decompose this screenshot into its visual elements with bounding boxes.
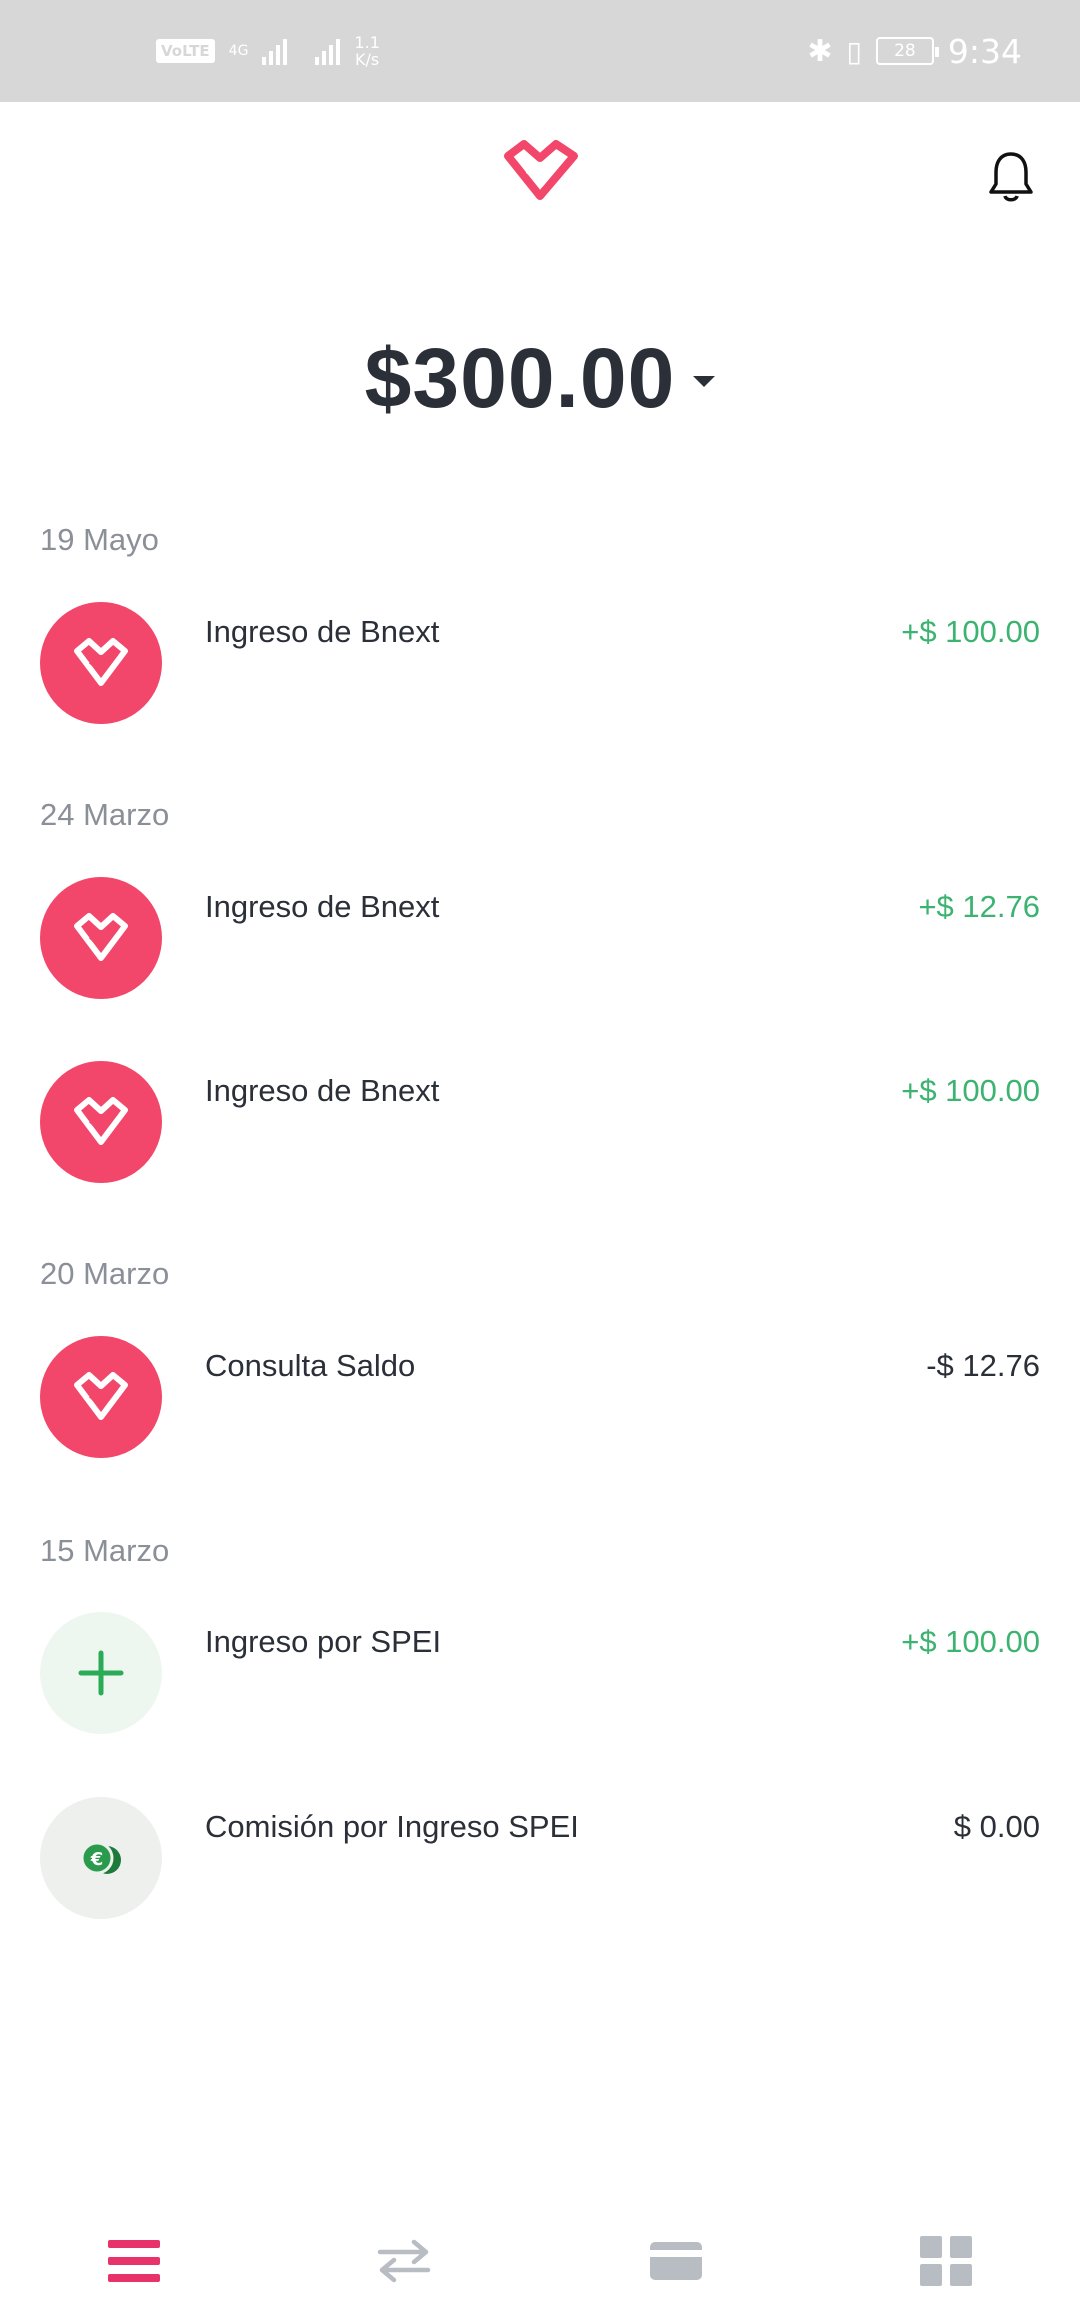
transaction-title: Ingreso de Bnext	[205, 1073, 440, 1108]
menu-icon	[108, 2240, 160, 2282]
transaction-title: Comisión por Ingreso SPEI	[205, 1809, 579, 1844]
app-screen: VoLTE 4G 1.1 K/s ✱ ▯ 28 9:34 $300.00 19 …	[0, 0, 1080, 2308]
battery-icon: 28	[875, 37, 939, 65]
plus-icon	[40, 1612, 162, 1734]
date-header: 15 Marzo	[40, 1533, 170, 1568]
transaction-amount: +$ 12.76	[918, 889, 1040, 924]
bell-icon[interactable]	[986, 148, 1036, 204]
transaction-title: Ingreso de Bnext	[205, 889, 440, 924]
transaction-row[interactable]: € Comisión por Ingreso SPEI $ 0.00	[40, 1797, 1040, 1921]
clock: 9:34	[947, 31, 1022, 71]
nav-card[interactable]	[646, 2234, 706, 2288]
bnext-heart-logo-icon	[504, 140, 578, 200]
status-bar: VoLTE 4G 1.1 K/s ✱ ▯ 28 9:34	[0, 0, 1080, 102]
balance-selector[interactable]: $300.00	[0, 330, 1080, 427]
euro-coins-icon: €	[40, 1797, 162, 1919]
transaction-title: Ingreso de Bnext	[205, 614, 440, 649]
date-header: 19 Mayo	[40, 522, 159, 557]
nav-home[interactable]	[104, 2234, 164, 2288]
date-header: 20 Marzo	[40, 1256, 170, 1291]
transaction-amount: -$ 12.76	[926, 1348, 1040, 1383]
transaction-amount: +$ 100.00	[901, 614, 1040, 649]
bluetooth-icon: ✱	[807, 33, 833, 69]
speed-unit: K/s	[355, 50, 380, 69]
status-right: ✱ ▯ 28 9:34	[807, 32, 1022, 71]
transaction-row[interactable]: Ingreso de Bnext +$ 12.76	[40, 877, 1040, 1001]
transaction-row[interactable]: Ingreso de Bnext +$ 100.00	[40, 1061, 1040, 1185]
bottom-nav	[0, 2180, 1080, 2308]
status-left: VoLTE 4G 1.1 K/s	[156, 34, 380, 68]
nav-transfers[interactable]	[374, 2234, 434, 2288]
transaction-amount: +$ 100.00	[901, 1624, 1040, 1659]
transaction-title: Ingreso por SPEI	[205, 1624, 442, 1659]
date-header: 24 Marzo	[40, 797, 170, 832]
vibrate-icon: ▯	[846, 34, 862, 68]
signal-icon	[262, 37, 288, 65]
caret-down-icon	[693, 376, 716, 387]
transaction-row[interactable]: Ingreso de Bnext +$ 100.00	[40, 602, 1040, 726]
transaction-row[interactable]: Ingreso por SPEI +$ 100.00	[40, 1612, 1040, 1736]
network-type: 4G	[228, 43, 249, 59]
bnext-icon	[40, 1061, 162, 1183]
grid-icon	[920, 2236, 972, 2286]
signal-icon-2	[315, 37, 341, 65]
transaction-amount: $ 0.00	[953, 1809, 1040, 1844]
transaction-title: Consulta Saldo	[205, 1348, 416, 1383]
nav-more[interactable]	[916, 2234, 976, 2288]
bnext-icon	[40, 602, 162, 724]
transaction-row[interactable]: Consulta Saldo -$ 12.76	[40, 1336, 1040, 1460]
card-icon	[650, 2242, 702, 2280]
bnext-icon	[40, 1336, 162, 1458]
bnext-icon	[40, 877, 162, 999]
transfer-icon	[377, 2239, 431, 2283]
battery-level: 28	[894, 41, 916, 61]
balance-amount: $300.00	[364, 331, 676, 425]
transaction-amount: +$ 100.00	[901, 1073, 1040, 1108]
svg-text:€: €	[90, 1849, 104, 1870]
network-speed: 1.1 K/s	[354, 34, 379, 68]
volte-badge: VoLTE	[156, 39, 215, 63]
